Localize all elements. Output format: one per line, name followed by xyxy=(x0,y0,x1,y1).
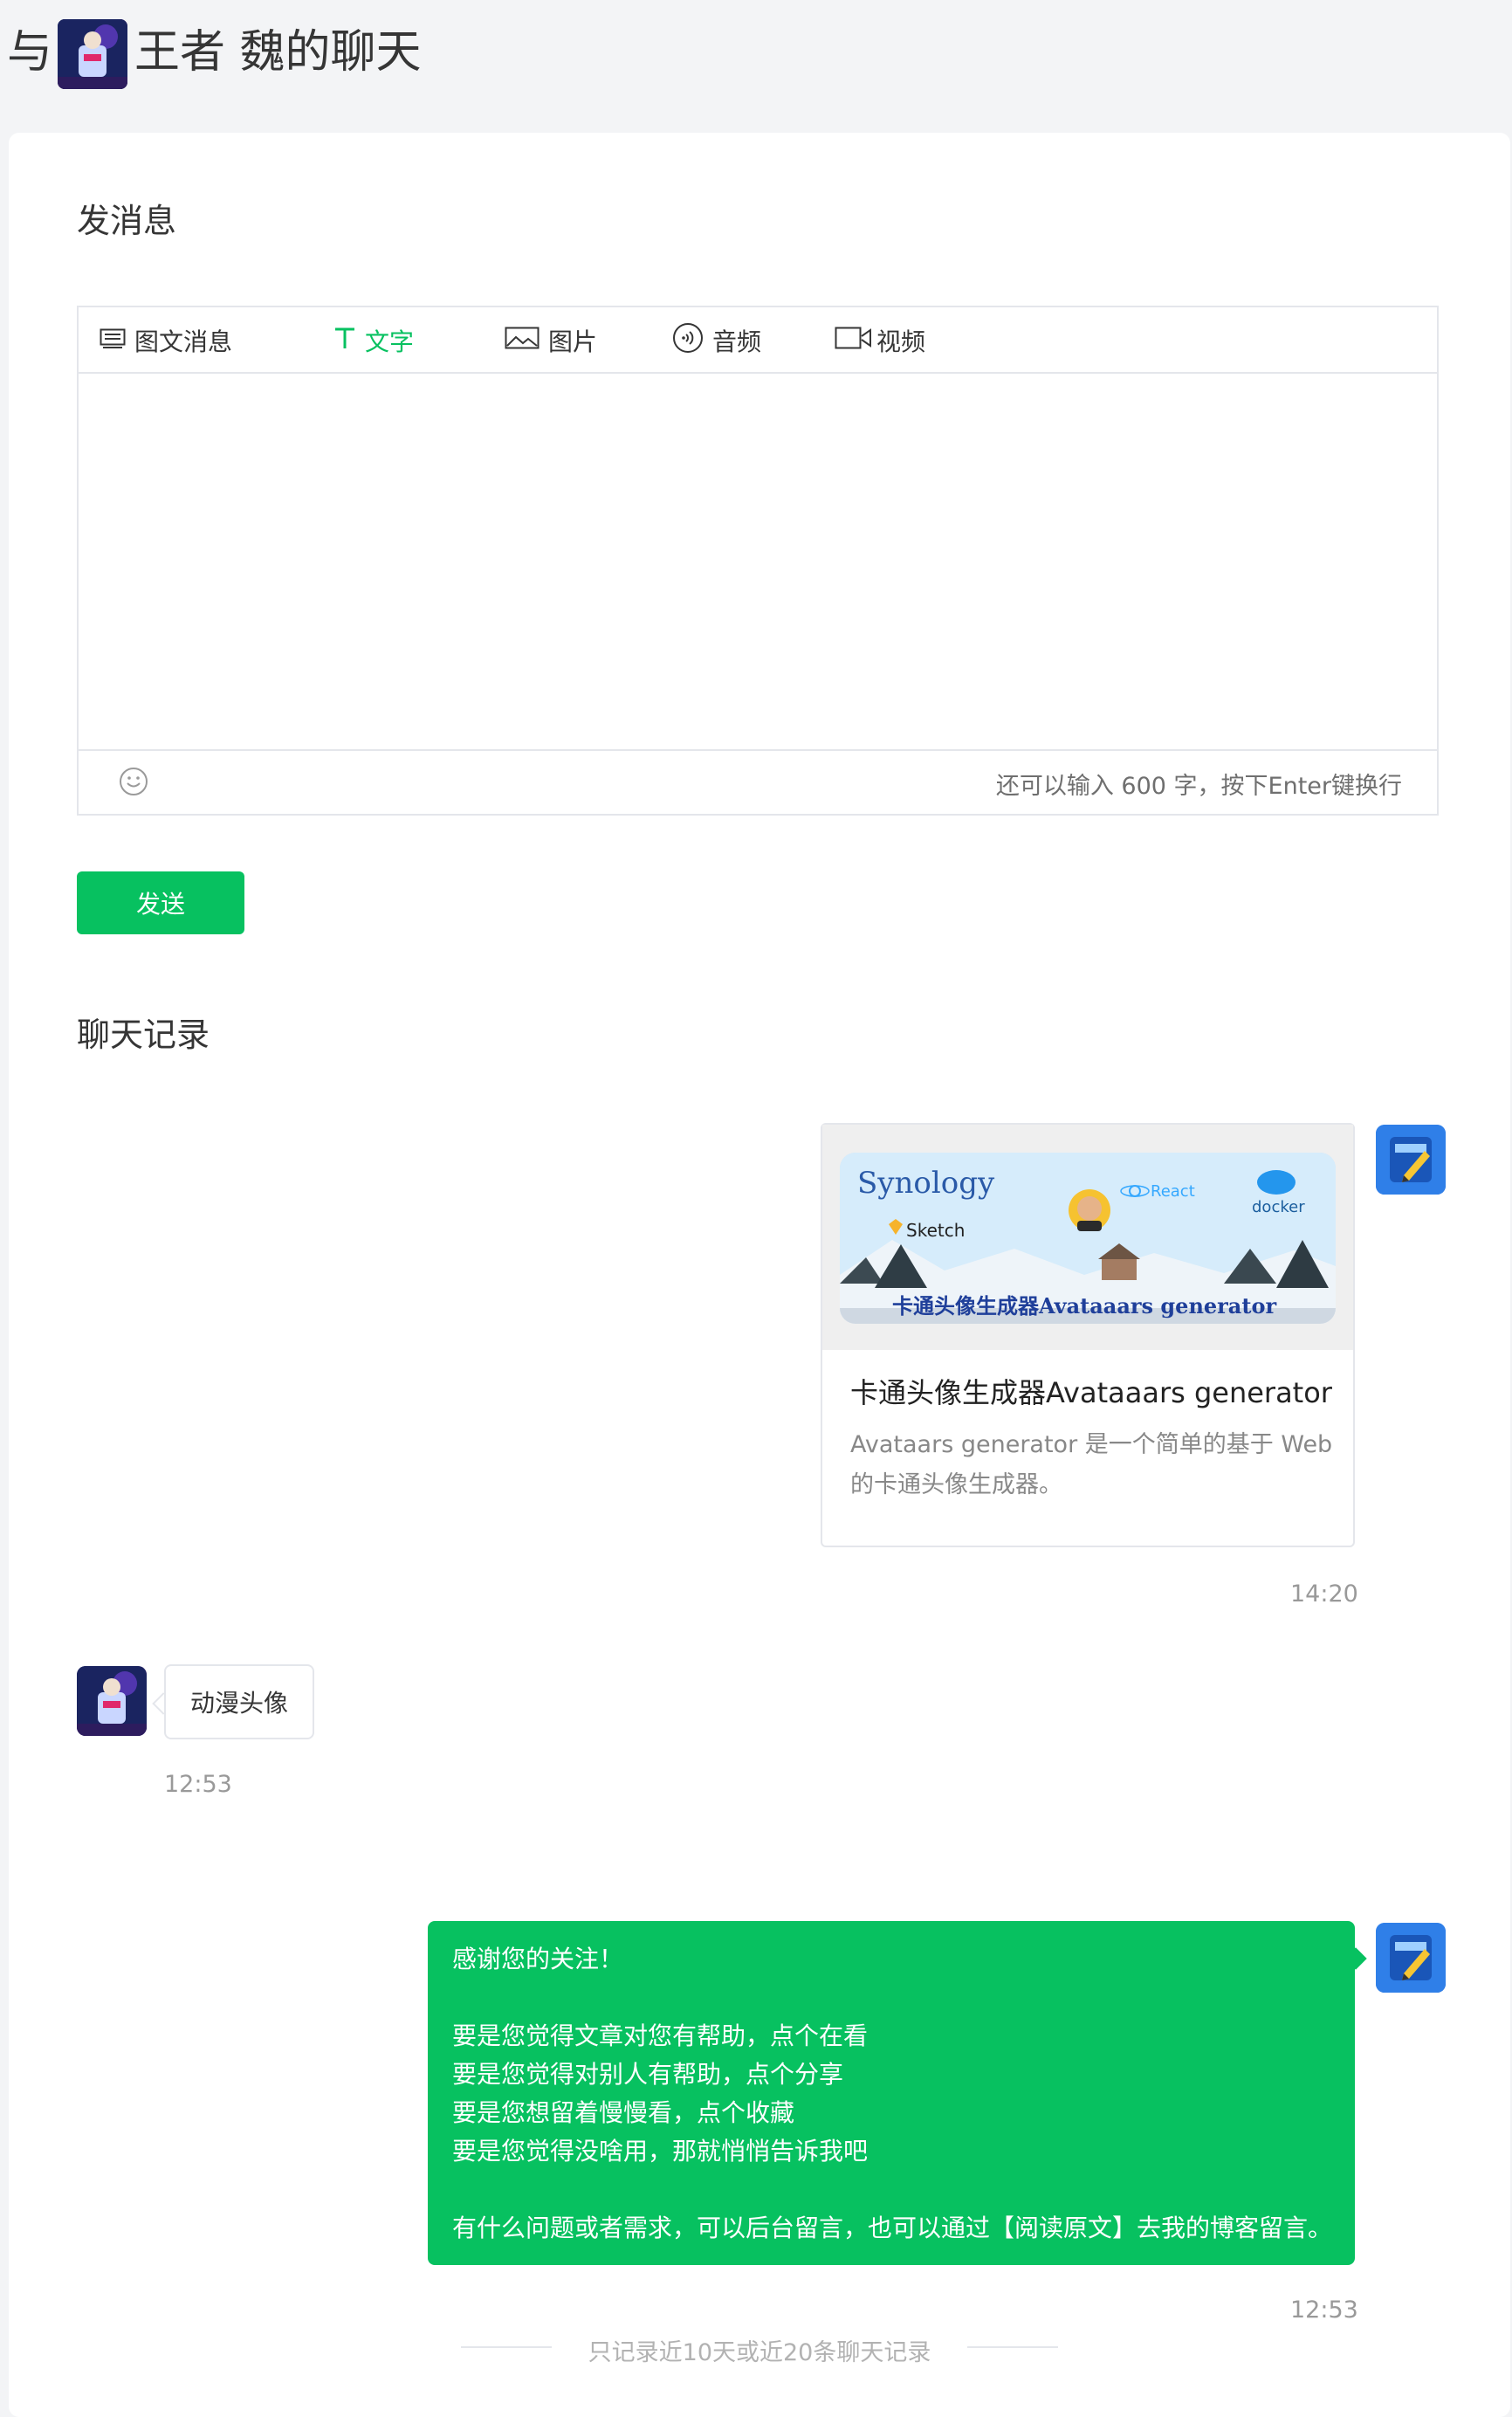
page-header: 与 王者 魏的聊天 xyxy=(0,0,1512,131)
cover-sketch-text: Sketch xyxy=(906,1220,965,1241)
reply-line: 要是您觉得没啥用，那就悄悄告诉我吧 xyxy=(452,2137,869,2166)
tab-video[interactable]: 视频 xyxy=(835,323,925,358)
editor-footer: 还可以输入 600 字，按下Enter键换行 xyxy=(79,749,1437,814)
incoming-message-bubble[interactable]: 动漫头像 xyxy=(164,1664,314,1739)
account-avatar xyxy=(1376,1125,1446,1195)
history-section-title: 聊天记录 xyxy=(77,1016,210,1054)
article-message-card[interactable]: Synology Sketch React docker 卡通头像生成器Avat… xyxy=(821,1123,1355,1547)
reply-line: 要是您觉得文章对您有帮助，点个在看 xyxy=(452,2021,869,2050)
cover-docker-text: docker xyxy=(1252,1198,1305,1216)
reply-line: 感谢您的关注！ xyxy=(452,1945,624,1973)
reply-message-bubble[interactable]: 感谢您的关注！ 要是您觉得文章对您有帮助，点个在看 要是您觉得对别人有帮助，点个… xyxy=(428,1921,1355,2265)
tab-article[interactable]: 图文消息 xyxy=(100,323,232,358)
cover-synology-text: Synology xyxy=(857,1166,995,1201)
article-timestamp: 14:20 xyxy=(1290,1580,1358,1608)
char-counter: 还可以输入 600 字，按下Enter键换行 xyxy=(995,773,1402,800)
user-avatar xyxy=(77,1666,147,1736)
compose-section-title: 发消息 xyxy=(77,202,177,240)
tab-article-label: 图文消息 xyxy=(134,327,233,356)
article-description: Avataars generator 是一个简单的基于 Web 的卡通头像生成器… xyxy=(850,1431,1333,1498)
emoji-icon[interactable] xyxy=(119,767,148,796)
image-icon xyxy=(505,327,540,355)
send-button[interactable]: 发送 xyxy=(77,871,244,934)
tab-text[interactable]: 文字 xyxy=(333,323,414,358)
text-icon xyxy=(333,327,356,355)
article-cover-image: Synology Sketch React docker 卡通头像生成器Avat… xyxy=(840,1153,1336,1324)
title-prefix: 与 xyxy=(7,26,53,79)
message-type-tabs: 图文消息 文字 图片 音频 视频 xyxy=(79,307,1437,374)
message-editor: 图文消息 文字 图片 音频 视频 还可以输入 600 字，按下Enter键换行 xyxy=(77,306,1439,816)
reply-line: 要是您想留着慢慢看，点个收藏 xyxy=(452,2098,795,2127)
article-icon xyxy=(100,327,126,355)
audio-icon xyxy=(672,322,704,360)
reply-line: 有什么问题或者需求，可以后台留言，也可以通过【阅读原文】去我的博客留言。 xyxy=(452,2214,1333,2242)
cover-banner-text: 卡通头像生成器Avataaars generator xyxy=(892,1293,1276,1319)
history-limit-note: 只记录近10天或近20条聊天记录 xyxy=(588,2339,931,2366)
tab-text-label: 文字 xyxy=(365,327,415,356)
account-avatar xyxy=(1376,1923,1446,1993)
incoming-timestamp: 12:53 xyxy=(164,1771,232,1798)
cover-react-text: React xyxy=(1151,1182,1195,1201)
tab-audio[interactable]: 音频 xyxy=(672,322,762,360)
page-title: 王者 魏的聊天 xyxy=(134,26,422,79)
article-cover: Synology Sketch React docker 卡通头像生成器Avat… xyxy=(822,1125,1353,1350)
reply-line: 要是您觉得对别人有帮助，点个分享 xyxy=(452,2060,844,2089)
article-title: 卡通头像生成器Avataaars generator xyxy=(850,1376,1332,1409)
tab-image-label: 图片 xyxy=(548,327,598,356)
footer-divider-right xyxy=(967,2346,1058,2348)
tab-video-label: 视频 xyxy=(876,327,926,356)
reply-timestamp: 12:53 xyxy=(1290,2296,1358,2324)
video-icon xyxy=(835,326,873,356)
message-textarea[interactable] xyxy=(79,374,1437,751)
contact-avatar xyxy=(58,19,127,89)
chat-card: 发消息 图文消息 文字 图片 音频 视频 还可以输入 600 字，按下Enter… xyxy=(9,133,1510,2417)
tab-audio-label: 音频 xyxy=(712,327,762,356)
tab-image[interactable]: 图片 xyxy=(505,323,597,358)
